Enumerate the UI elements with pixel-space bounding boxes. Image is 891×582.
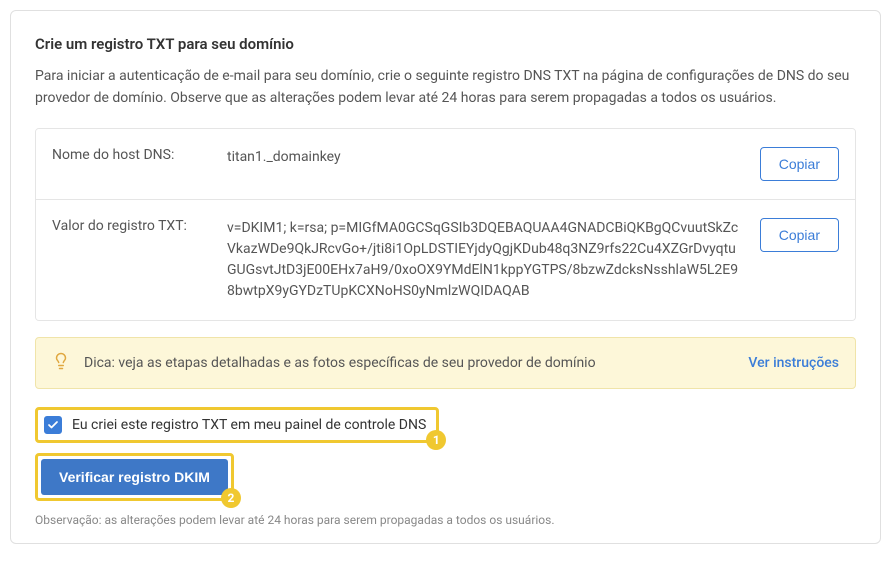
host-label: Nome do host DNS: xyxy=(52,147,227,163)
hint-link[interactable]: Ver instruções xyxy=(748,355,839,371)
verify-row: Verificar registro DKIM 2 xyxy=(35,453,234,501)
check-icon xyxy=(47,419,59,431)
host-value: titan1._domainkey xyxy=(227,147,760,168)
footer-note: Observação: as alterações podem levar at… xyxy=(35,513,856,527)
step-badge-1: 1 xyxy=(426,430,446,450)
copy-txt-button[interactable]: Copiar xyxy=(760,218,839,252)
dkim-setup-panel: Crie um registro TXT para seu domínio Pa… xyxy=(10,10,881,544)
txt-row: Valor do registro TXT: v=DKIM1; k=rsa; p… xyxy=(36,200,855,320)
host-row: Nome do host DNS: titan1._domainkey Copi… xyxy=(36,129,855,200)
lightbulb-icon xyxy=(52,352,70,374)
step-badge-2: 2 xyxy=(221,488,241,508)
txt-value: v=DKIM1; k=rsa; p=MIGfMA0GCSqGSIb3DQEBAQ… xyxy=(227,218,760,302)
panel-title: Crie um registro TXT para seu domínio xyxy=(35,35,856,53)
txt-label: Valor do registro TXT: xyxy=(52,218,227,234)
copy-host-button[interactable]: Copiar xyxy=(760,147,839,181)
confirm-checkbox-row: Eu criei este registro TXT em meu painel… xyxy=(35,407,439,443)
confirm-checkbox-label[interactable]: Eu criei este registro TXT em meu painel… xyxy=(72,417,426,433)
dns-record-box: Nome do host DNS: titan1._domainkey Copi… xyxy=(35,128,856,321)
hint-box: Dica: veja as etapas detalhadas e as fot… xyxy=(35,337,856,389)
hint-text: Dica: veja as etapas detalhadas e as fot… xyxy=(84,355,732,371)
confirm-checkbox[interactable] xyxy=(44,416,62,434)
panel-description: Para iniciar a autenticação de e-mail pa… xyxy=(35,65,856,110)
verify-button[interactable]: Verificar registro DKIM xyxy=(41,459,228,495)
